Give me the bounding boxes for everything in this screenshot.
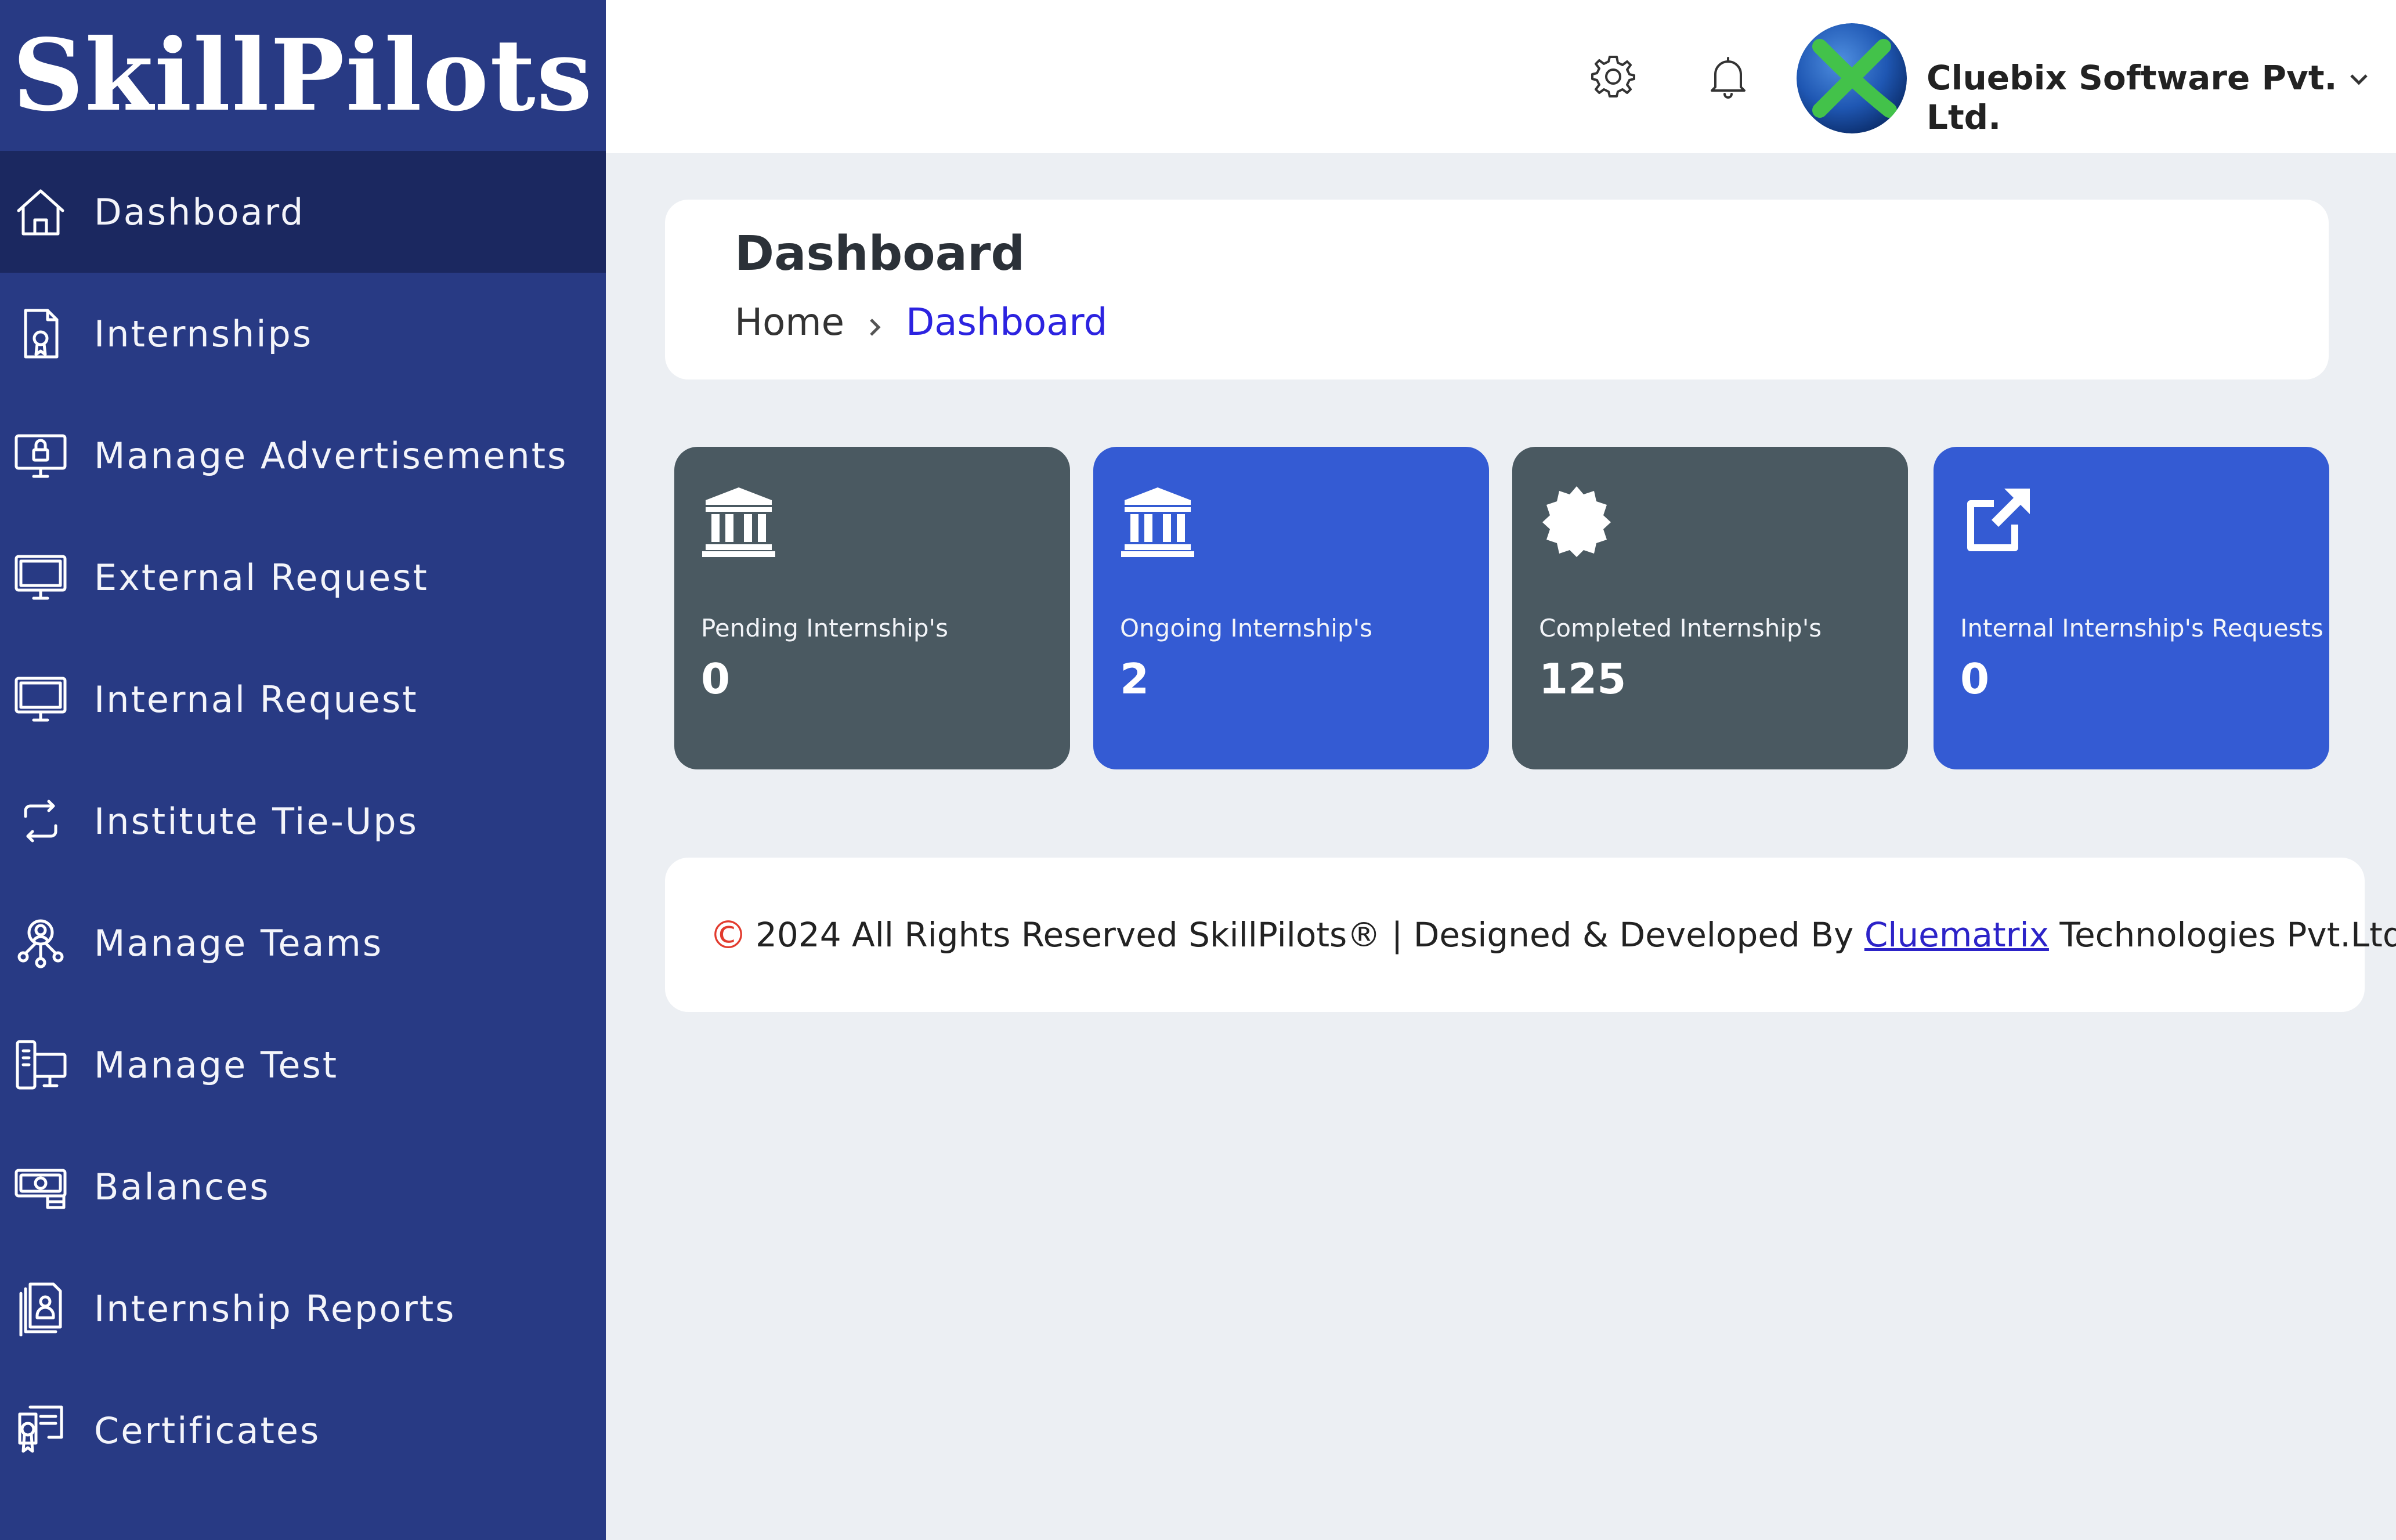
developer-link[interactable]: Cluematrix — [1864, 915, 2049, 955]
page-title: Dashboard — [735, 226, 1025, 281]
stat-value: 0 — [1960, 655, 1990, 703]
stat-label: Ongoing Internship's — [1120, 614, 1373, 642]
stat-value: 125 — [1539, 655, 1627, 703]
stat-card-completed[interactable]: Completed Internship's 125 — [1512, 447, 1908, 769]
sidebar-item-label: Internship Reports — [94, 1287, 456, 1330]
institution-icon — [1120, 483, 1195, 558]
sidebar-nav: Dashboard Internships Manage Advertiseme… — [0, 151, 606, 1491]
home-icon — [13, 184, 68, 240]
sidebar-item-label: Manage Advertisements — [94, 434, 568, 477]
sidebar-item-label: External Request — [94, 556, 429, 599]
sidebar-item-internal-request[interactable]: Internal Request — [0, 638, 606, 760]
sidebar-item-dashboard[interactable]: Dashboard — [0, 151, 606, 273]
institution-icon — [701, 483, 776, 558]
chevron-down-icon[interactable] — [2344, 65, 2373, 94]
gear-icon[interactable] — [1589, 52, 1638, 101]
sidebar-item-label: Internal Request — [94, 678, 418, 721]
certificate-doc-icon — [13, 306, 68, 361]
badge-icon — [1539, 483, 1614, 558]
monitor-icon — [13, 550, 68, 605]
stat-label: Internal Internship's Requests — [1960, 614, 2323, 642]
monitor-lock-icon — [13, 428, 68, 483]
refresh-icon — [13, 793, 68, 849]
sidebar-item-internships[interactable]: Internships — [0, 273, 606, 395]
sidebar-item-certificates[interactable]: Certificates — [0, 1369, 606, 1491]
sidebar-item-manage-test[interactable]: Manage Test — [0, 1004, 606, 1126]
stat-label: Completed Internship's — [1539, 614, 1822, 642]
sidebar: SkillPilots Dashboard Internships Manage… — [0, 0, 606, 1540]
monitor-icon — [13, 671, 68, 727]
certificate-icon — [13, 1402, 68, 1458]
brand-logo-text: SkillPilots — [12, 17, 594, 133]
external-link-icon — [1960, 483, 2036, 558]
top-header: Cluebix Software Pvt. Ltd. — [606, 0, 2396, 153]
stat-card-ongoing[interactable]: Ongoing Internship's 2 — [1093, 447, 1489, 769]
sidebar-item-label: Internships — [94, 312, 313, 355]
sidebar-item-internship-reports[interactable]: Internship Reports — [0, 1248, 606, 1369]
page-header-card: Dashboard Home Dashboard — [665, 200, 2329, 379]
stat-card-internal-requests[interactable]: Internal Internship's Requests 0 — [1934, 447, 2329, 769]
stat-value: 0 — [701, 655, 731, 703]
footer-text: 2024 All Rights Reserved SkillPilots® | … — [756, 915, 1854, 955]
sidebar-item-label: Balances — [94, 1165, 270, 1208]
stat-card-pending[interactable]: Pending Internship's 0 — [674, 447, 1070, 769]
logo[interactable]: SkillPilots — [0, 0, 606, 151]
sidebar-item-label: Institute Tie-Ups — [94, 800, 418, 843]
company-name[interactable]: Cluebix Software Pvt. Ltd. — [1927, 58, 2396, 137]
breadcrumb-home-link[interactable]: Home — [735, 301, 844, 344]
sidebar-item-manage-advertisements[interactable]: Manage Advertisements — [0, 395, 606, 516]
team-icon — [13, 915, 68, 971]
stat-label: Pending Internship's — [701, 614, 948, 642]
bell-icon[interactable] — [1704, 52, 1752, 101]
sidebar-item-external-request[interactable]: External Request — [0, 516, 606, 638]
sidebar-item-balances[interactable]: Balances — [0, 1126, 606, 1248]
breadcrumb: Home Dashboard — [735, 301, 1107, 344]
money-icon — [13, 1159, 68, 1214]
company-avatar[interactable] — [1797, 23, 1907, 133]
report-icon — [13, 1281, 68, 1336]
sidebar-item-label: Manage Test — [94, 1043, 339, 1086]
sidebar-item-label: Manage Teams — [94, 921, 384, 964]
copyright-icon: © — [709, 912, 747, 957]
sidebar-item-label: Certificates — [94, 1409, 321, 1452]
sidebar-item-label: Dashboard — [94, 190, 305, 233]
sidebar-item-manage-teams[interactable]: Manage Teams — [0, 882, 606, 1004]
footer: © 2024 All Rights Reserved SkillPilots® … — [665, 858, 2396, 1012]
sidebar-item-institute-tie-ups[interactable]: Institute Tie-Ups — [0, 760, 606, 882]
footer-text-end: Technologies Pvt.Ltd. — [2059, 915, 2396, 955]
devices-icon — [13, 1037, 68, 1093]
chevron-right-icon — [861, 308, 890, 337]
breadcrumb-current: Dashboard — [906, 301, 1108, 344]
stat-value: 2 — [1120, 655, 1150, 703]
